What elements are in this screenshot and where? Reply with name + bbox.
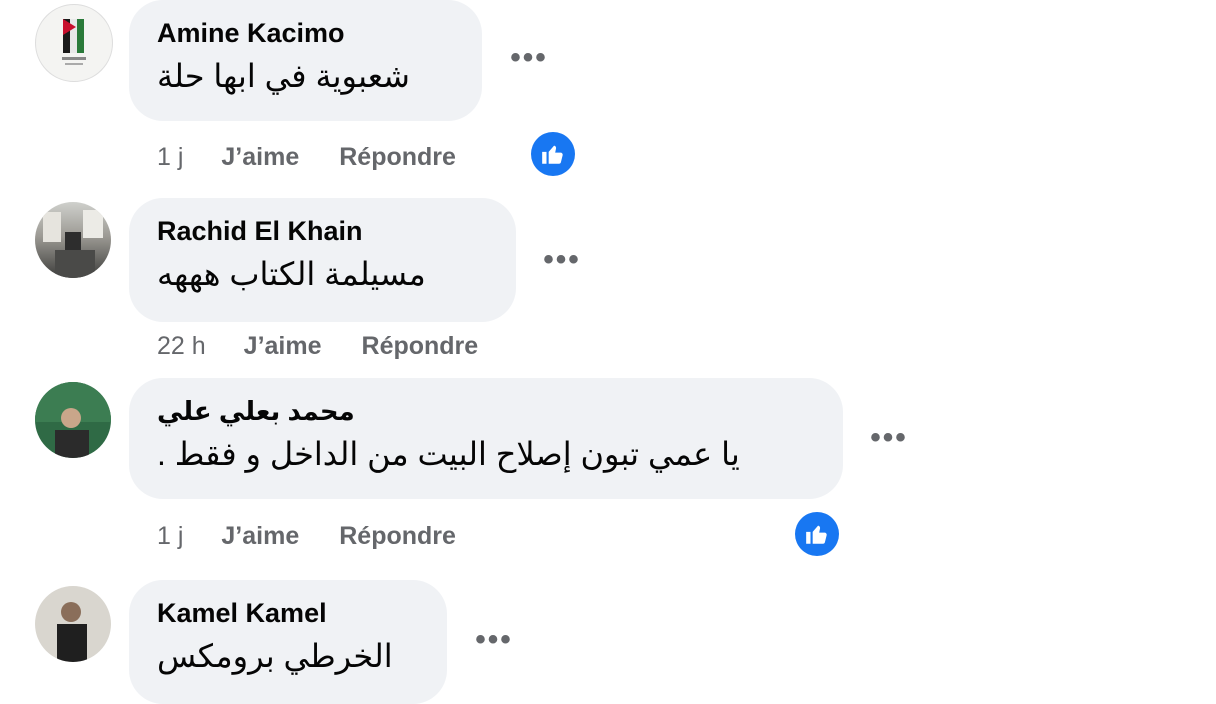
more-options-icon[interactable]: ••• <box>505 38 553 78</box>
comment-author[interactable]: Amine Kacimo <box>157 16 454 50</box>
like-link[interactable]: J’aime <box>221 522 299 551</box>
photo-avatar-icon <box>43 210 103 278</box>
reply-link[interactable]: Répondre <box>362 332 479 361</box>
more-options-icon[interactable]: ••• <box>865 418 913 458</box>
flag-logo-icon <box>62 19 86 65</box>
like-link[interactable]: J’aime <box>221 143 299 172</box>
comment-text: مسيلمة الكتاب هههه <box>157 256 426 292</box>
comment-author[interactable]: محمد بعلي علي <box>157 394 815 428</box>
comment-time[interactable]: 22 h <box>157 332 206 361</box>
avatar[interactable] <box>35 586 111 662</box>
comment-bubble: محمد بعلي علي يا عمي تبون إصلاح البيت من… <box>129 378 843 499</box>
comment-text: شعبوية في ابها حلة <box>157 58 410 94</box>
like-thumb-icon[interactable] <box>531 132 575 176</box>
avatar[interactable] <box>35 382 111 458</box>
comment-time[interactable]: 1 j <box>157 143 183 172</box>
like-link[interactable]: J’aime <box>244 332 322 361</box>
like-thumb-icon[interactable] <box>795 512 839 556</box>
avatar[interactable] <box>35 4 113 82</box>
comment-actions: 1 j J’aime Répondre <box>157 516 496 556</box>
comment-text: يا عمي تبون إصلاح البيت من الداخل و فقط … <box>157 436 740 472</box>
photo-avatar-icon <box>35 382 111 458</box>
comment-author[interactable]: Kamel Kamel <box>157 596 419 630</box>
comment-text: الخرطي برومكس <box>157 638 393 674</box>
more-options-icon[interactable]: ••• <box>470 620 518 660</box>
comment-actions: 22 h J’aime Répondre <box>157 326 518 366</box>
reply-link[interactable]: Répondre <box>339 522 456 551</box>
comment-bubble: Kamel Kamel الخرطي برومكس <box>129 580 447 704</box>
comment-bubble: Amine Kacimo شعبوية في ابها حلة <box>129 0 482 121</box>
photo-avatar-icon <box>57 602 87 662</box>
comment-time[interactable]: 1 j <box>157 522 183 551</box>
comment-author[interactable]: Rachid El Khain <box>157 214 488 248</box>
comment-actions: 1 j J’aime Répondre <box>157 137 496 177</box>
more-options-icon[interactable]: ••• <box>538 240 586 280</box>
avatar[interactable] <box>35 202 111 278</box>
reply-link[interactable]: Répondre <box>339 143 456 172</box>
comment-bubble: Rachid El Khain مسيلمة الكتاب هههه <box>129 198 516 322</box>
